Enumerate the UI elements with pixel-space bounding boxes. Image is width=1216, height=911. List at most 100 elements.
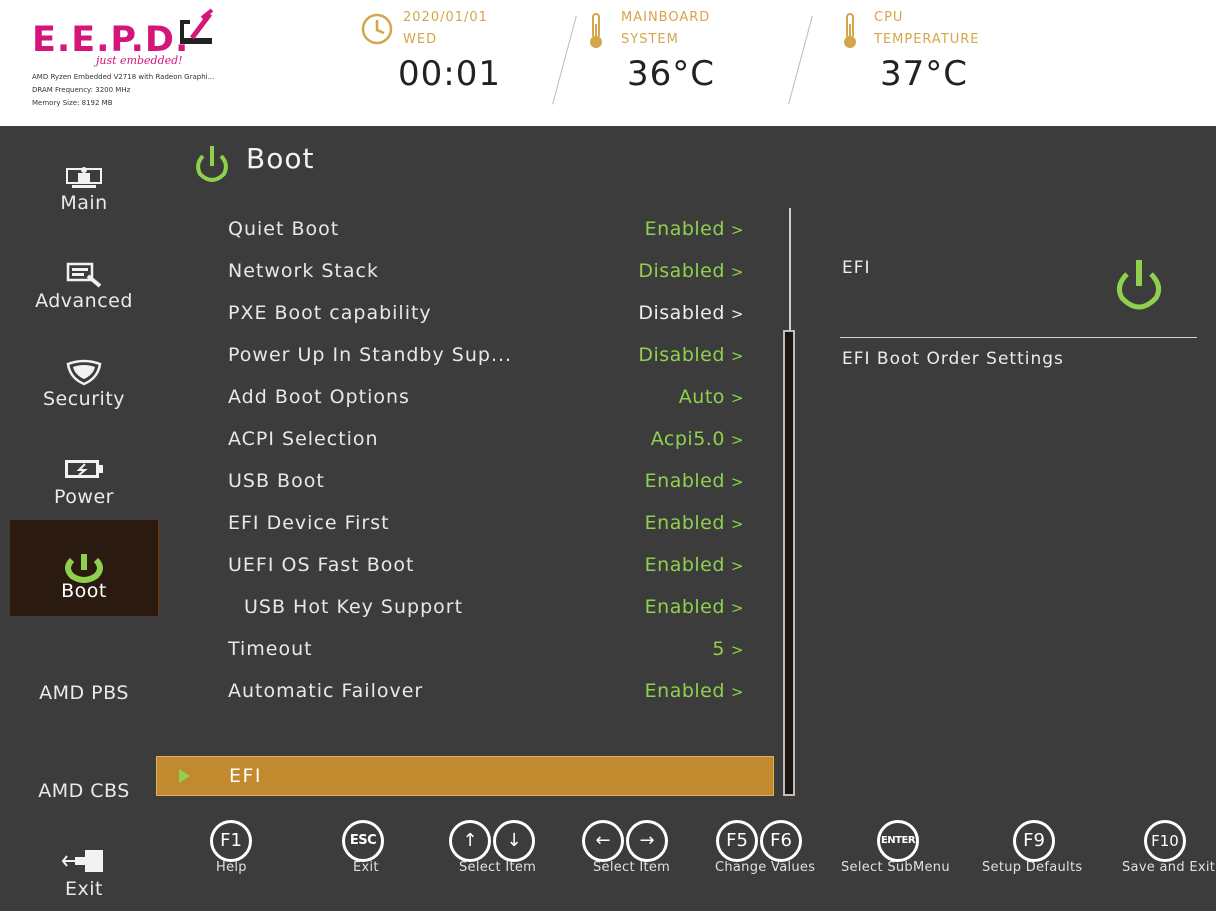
key-label-setup-defaults: Setup Defaults <box>982 860 1083 875</box>
key-f5-f6-change[interactable]: F5 F6 <box>715 820 803 862</box>
exit-plug-icon <box>61 850 103 872</box>
sidebar-item-label: Exit <box>65 878 103 900</box>
sidebar-item-exit[interactable]: Exit <box>10 822 158 911</box>
setting-label: USB Boot <box>228 470 325 492</box>
sidebar-nav: Main Advanced Security Power Boot AMD PB… <box>0 126 160 911</box>
setting-value: 5 > <box>712 638 744 660</box>
arrow-up-key-icon: ↑ <box>449 820 491 862</box>
setting-value: Auto > <box>678 386 744 408</box>
header-bar: E.E.P.D. just embedded! AMD Ryzen Embedd… <box>0 0 1216 126</box>
sidebar-item-security[interactable]: Security <box>10 342 158 438</box>
sidebar-item-label: AMD CBS <box>38 780 130 802</box>
arrow-down-key-icon: ↓ <box>493 820 535 862</box>
setting-value: Disabled > <box>638 302 744 324</box>
sidebar-item-boot[interactable]: Boot <box>10 520 160 616</box>
setting-label: Network Stack <box>228 260 379 282</box>
brand-tagline: just embedded! <box>96 54 183 67</box>
sidebar-item-label: Power <box>54 486 114 508</box>
setting-label: Automatic Failover <box>228 680 424 702</box>
header-divider <box>788 15 813 105</box>
submenu-efi[interactable]: EFI <box>156 756 774 796</box>
f5-key-icon: F5 <box>716 820 758 862</box>
power-icon <box>196 146 228 182</box>
mainboard-label: MAINBOARD <box>621 10 711 25</box>
sidebar-item-amd-cbs[interactable]: AMD CBS <box>10 734 158 830</box>
sidebar-item-main[interactable]: Main <box>10 146 158 242</box>
thermometer-icon <box>590 13 602 48</box>
esc-key-icon: ESC <box>342 820 384 862</box>
key-f10-save-exit[interactable]: F10 <box>1143 820 1187 862</box>
setting-value: Enabled > <box>644 680 744 702</box>
setting-label: ACPI Selection <box>228 428 379 450</box>
setting-value: Enabled > <box>644 470 744 492</box>
key-f9-defaults[interactable]: F9 <box>1012 820 1056 862</box>
cpu-temperature: 37°C <box>880 54 969 94</box>
setting-row-add-boot-options[interactable]: Add Boot Options Auto > <box>228 378 748 418</box>
page-title: Boot <box>246 142 315 175</box>
key-label-select-item: Select Item <box>593 860 671 875</box>
sidebar-item-label: AMD PBS <box>39 682 129 704</box>
monitor-icon <box>66 167 102 188</box>
setting-label: Quiet Boot <box>228 218 340 240</box>
key-label-exit: Exit <box>353 860 379 875</box>
key-enter-submenu[interactable]: ENTER <box>876 820 920 862</box>
submenu-label: EFI <box>229 765 263 787</box>
submenu-arrow-icon <box>179 769 190 783</box>
f9-key-icon: F9 <box>1013 820 1055 862</box>
sidebar-item-label: Boot <box>61 580 107 602</box>
sidebar-item-label: Advanced <box>35 290 133 312</box>
key-f1-help[interactable]: F1 <box>209 820 253 862</box>
key-label-help: Help <box>216 860 247 875</box>
power-icon <box>1116 260 1162 310</box>
setting-label: EFI Device First <box>228 512 390 534</box>
setting-value: Enabled > <box>644 512 744 534</box>
f1-key-icon: F1 <box>210 820 252 862</box>
weekday-value: WED <box>403 32 438 47</box>
key-label-select-item: Select Item <box>459 860 537 875</box>
setting-row-network-stack[interactable]: Network Stack Disabled > <box>228 252 748 292</box>
shield-icon <box>66 359 102 386</box>
time-value: 00:01 <box>398 54 501 94</box>
key-esc-exit[interactable]: ESC <box>341 820 385 862</box>
sidebar-item-amd-pbs[interactable]: AMD PBS <box>10 636 158 732</box>
dram-frequency: DRAM Frequency: 3200 MHz <box>32 86 131 94</box>
sidebar-item-label: Main <box>60 192 108 214</box>
mainboard-temperature: 36°C <box>627 54 716 94</box>
setting-row-efi-device-first[interactable]: EFI Device First Enabled > <box>228 504 748 544</box>
setting-label: PXE Boot capability <box>228 302 432 324</box>
setting-label: Add Boot Options <box>228 386 410 408</box>
setting-row-usb-hot-key[interactable]: USB Hot Key Support Enabled > <box>228 588 748 628</box>
thermometer-icon <box>844 13 856 48</box>
setting-value: Acpi5.0 > <box>650 428 744 450</box>
setting-value: Enabled > <box>644 596 744 618</box>
cpu-sublabel: TEMPERATURE <box>874 32 980 47</box>
sidebar-item-advanced[interactable]: Advanced <box>10 244 158 340</box>
setting-row-usb-boot[interactable]: USB Boot Enabled > <box>228 462 748 502</box>
key-label-select-submenu: Select SubMenu <box>841 860 950 875</box>
help-title: EFI <box>842 258 871 278</box>
setting-row-automatic-failover[interactable]: Automatic Failover Enabled > <box>228 672 748 712</box>
setting-row-timeout[interactable]: Timeout 5 > <box>228 630 748 670</box>
mainboard-sublabel: SYSTEM <box>621 32 679 47</box>
setting-label: UEFI OS Fast Boot <box>228 554 415 576</box>
clock-icon <box>361 13 393 45</box>
f10-key-icon: F10 <box>1144 820 1186 862</box>
setting-row-acpi-selection[interactable]: ACPI Selection Acpi5.0 > <box>228 420 748 460</box>
setting-row-quiet-boot[interactable]: Quiet Boot Enabled > <box>228 210 748 250</box>
key-label-change-values: Change Values <box>715 860 816 875</box>
key-up-down-select[interactable]: ↑ ↓ <box>448 820 536 862</box>
key-label-save-and-exit: Save and Exit <box>1122 860 1216 875</box>
scrollbar-thumb[interactable] <box>783 330 795 796</box>
header-divider <box>552 15 577 105</box>
brand-logo-mark-icon <box>180 8 214 44</box>
help-description: EFI Boot Order Settings <box>842 349 1064 369</box>
battery-icon <box>65 460 103 478</box>
setting-value: Enabled > <box>644 554 744 576</box>
f6-key-icon: F6 <box>760 820 802 862</box>
scrollbar-track[interactable] <box>789 208 791 330</box>
setting-row-uefi-os-fast-boot[interactable]: UEFI OS Fast Boot Enabled > <box>228 546 748 586</box>
key-left-right-select[interactable]: ← → <box>581 820 669 862</box>
advanced-tools-icon <box>66 262 102 288</box>
setting-row-power-up-standby[interactable]: Power Up In Standby Sup... Disabled > <box>228 336 748 376</box>
setting-row-pxe-boot[interactable]: PXE Boot capability Disabled > <box>228 294 748 334</box>
